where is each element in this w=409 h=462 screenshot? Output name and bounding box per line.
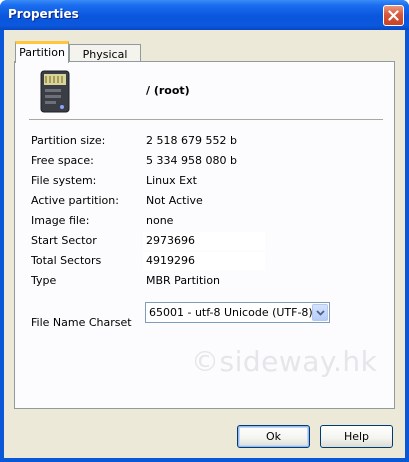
property-row-start-sector: Start Sector 2973696 [15, 232, 396, 250]
property-label: Free space: [31, 154, 94, 167]
partition-name: / (root) [146, 84, 190, 97]
property-label: Total Sectors [31, 254, 102, 267]
chevron-down-icon [315, 309, 325, 316]
separator [29, 119, 383, 120]
dropdown-button[interactable] [312, 304, 328, 321]
dialog-client-area: Partition Physical Disk / (root) Partiti… [4, 30, 405, 458]
property-value: Linux Ext [146, 174, 197, 187]
tab-partition[interactable]: Partition [15, 41, 69, 63]
close-icon [388, 10, 399, 21]
property-row-image-file: Image file: none [15, 212, 396, 230]
property-value: Not Active [146, 194, 203, 207]
watermark: ©sideway.hk [191, 345, 378, 378]
property-label: Active partition: [31, 194, 119, 207]
property-value: MBR Partition [146, 274, 221, 287]
charset-label: File Name Charset [31, 316, 132, 329]
property-label: Partition size: [31, 134, 106, 147]
property-row-file-system: File system: Linux Ext [15, 172, 396, 190]
partition-panel: / (root) Partition size: 2 518 679 552 b… [14, 61, 395, 409]
ok-button[interactable]: Ok [237, 425, 310, 448]
property-row-active-partition: Active partition: Not Active [15, 192, 396, 210]
help-button[interactable]: Help [320, 425, 393, 448]
property-value: none [146, 214, 174, 227]
property-row-type: Type MBR Partition [15, 272, 396, 290]
property-label: Image file: [31, 214, 90, 227]
property-row-free-space: Free space: 5 334 958 080 b [15, 152, 396, 170]
title-bar[interactable]: Properties [0, 0, 409, 30]
property-label: Type [31, 274, 57, 287]
total-sectors-field[interactable]: 4919296 [143, 252, 265, 270]
memory-card-icon [40, 70, 70, 113]
window-title: Properties [8, 7, 79, 21]
charset-dropdown[interactable]: 65001 - utf-8 Unicode (UTF-8) [145, 302, 330, 323]
start-sector-field[interactable]: 2973696 [143, 232, 265, 250]
property-row-partition-size: Partition size: 2 518 679 552 b [15, 132, 396, 150]
properties-window: Properties Partition Physical Disk / (ro… [0, 0, 409, 462]
property-label: Start Sector [31, 234, 97, 247]
property-value: 2 518 679 552 b [146, 134, 237, 147]
property-label: File system: [31, 174, 97, 187]
close-button[interactable] [383, 5, 404, 26]
charset-selected-value: 65001 - utf-8 Unicode (UTF-8) [149, 306, 313, 319]
property-value: 5 334 958 080 b [146, 154, 237, 167]
property-row-total-sectors: Total Sectors 4919296 [15, 252, 396, 270]
